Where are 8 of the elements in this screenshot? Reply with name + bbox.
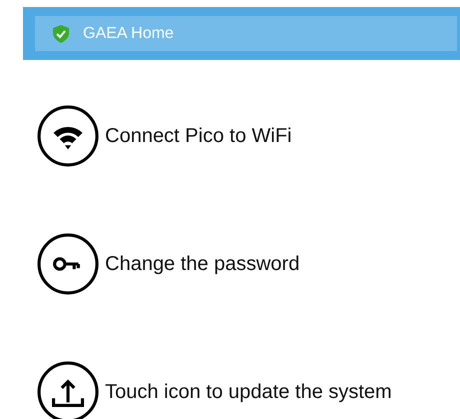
shield-check-icon	[53, 24, 69, 42]
action-label: Touch icon to update the system	[105, 380, 392, 404]
wifi-icon[interactable]	[37, 105, 99, 167]
action-label: Connect Pico to WiFi	[105, 124, 292, 148]
key-icon[interactable]	[37, 233, 99, 295]
upload-icon[interactable]	[37, 361, 99, 419]
app-title: GAEA Home	[83, 24, 174, 42]
action-label: Change the password	[105, 252, 300, 276]
